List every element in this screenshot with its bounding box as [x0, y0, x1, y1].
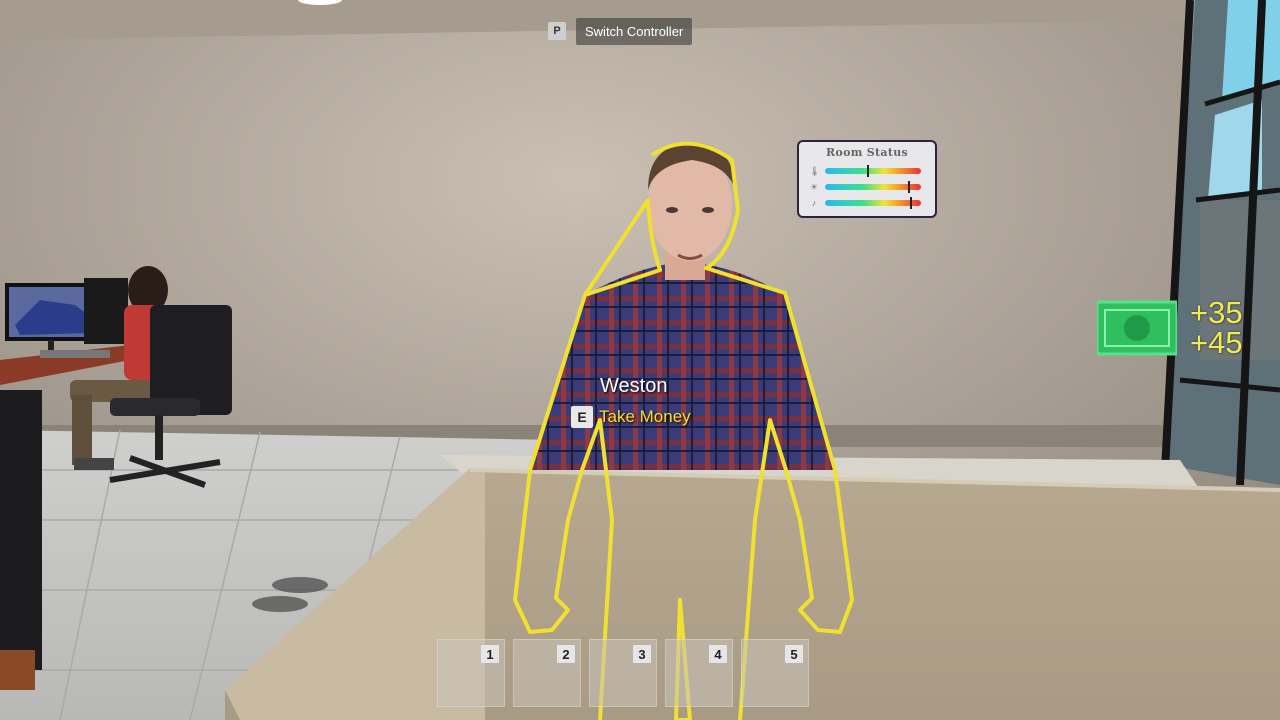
room-status-panel: Room Status 🌡 ☀ ♪	[797, 140, 937, 218]
slot-number: 1	[481, 645, 499, 663]
room-status-title: Room Status	[825, 146, 908, 159]
sun-icon: ☀	[809, 182, 819, 192]
temperature-marker	[867, 165, 870, 177]
slot-number: 5	[785, 645, 803, 663]
hotbar-slot-2[interactable]: 2	[513, 639, 581, 707]
switch-controller-label: Switch Controller	[576, 17, 693, 45]
light-row: ☀	[809, 181, 921, 193]
temperature-row: 🌡	[809, 165, 921, 177]
switch-controller-hint: P Switch Controller	[548, 17, 693, 45]
p-key-icon: P	[548, 22, 566, 40]
music-note-icon: ♪	[811, 198, 817, 208]
slot-number: 4	[709, 645, 727, 663]
money-bill-icon	[1097, 300, 1177, 356]
game-scene	[0, 0, 1280, 720]
light-marker	[908, 181, 911, 193]
temperature-bar	[825, 165, 921, 177]
music-marker	[910, 197, 913, 209]
slot-number: 2	[557, 645, 575, 663]
thermometer-icon: 🌡	[809, 166, 821, 176]
e-key-icon: E	[571, 406, 593, 428]
music-row: ♪	[809, 197, 921, 209]
music-bar	[825, 197, 921, 209]
take-money-prompt[interactable]: E Take Money	[571, 406, 691, 428]
hotbar-slot-3[interactable]: 3	[589, 639, 657, 707]
money-gain-2: +45	[1190, 325, 1243, 360]
hotbar-slot-1[interactable]: 1	[437, 639, 505, 707]
hotbar-slot-5[interactable]: 5	[741, 639, 809, 707]
slot-number: 3	[633, 645, 651, 663]
take-money-label: Take Money	[599, 407, 691, 426]
light-bar	[825, 181, 921, 193]
hotbar: 1 2 3 4 5	[437, 639, 809, 707]
customer-name: Weston	[600, 375, 668, 397]
hotbar-slot-4[interactable]: 4	[665, 639, 733, 707]
